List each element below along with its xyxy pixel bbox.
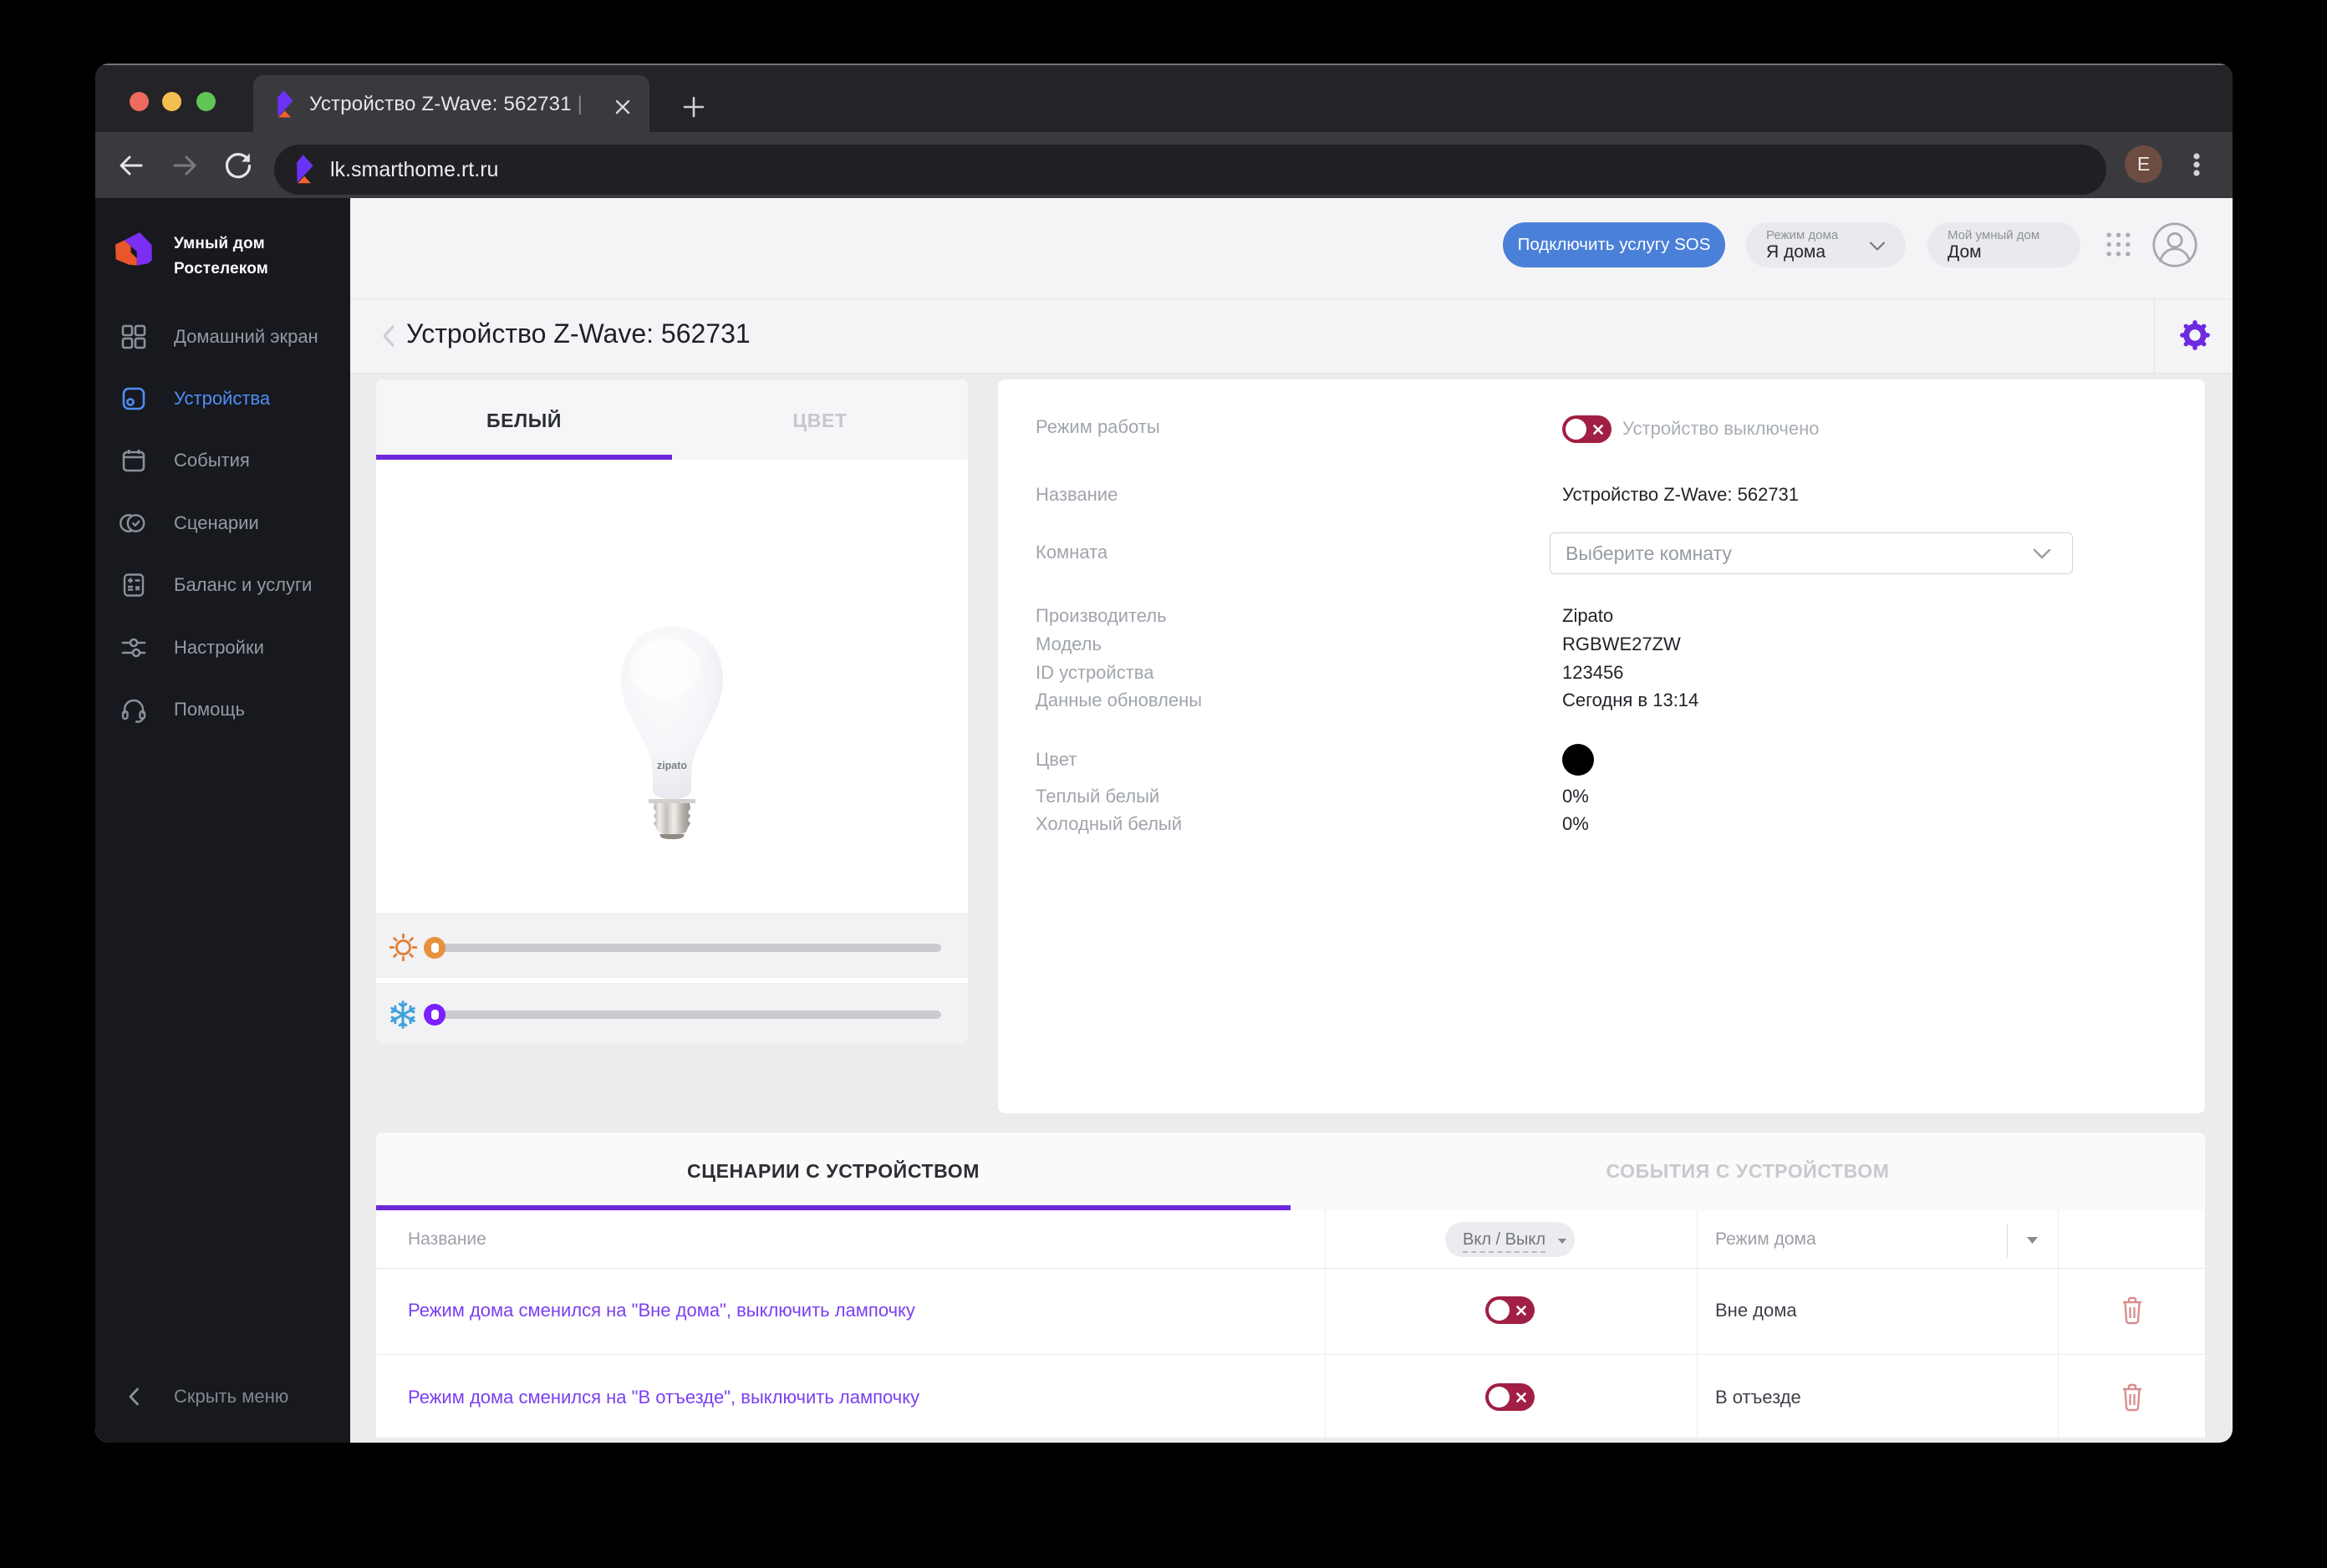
svg-text:zipato: zipato: [657, 760, 687, 771]
